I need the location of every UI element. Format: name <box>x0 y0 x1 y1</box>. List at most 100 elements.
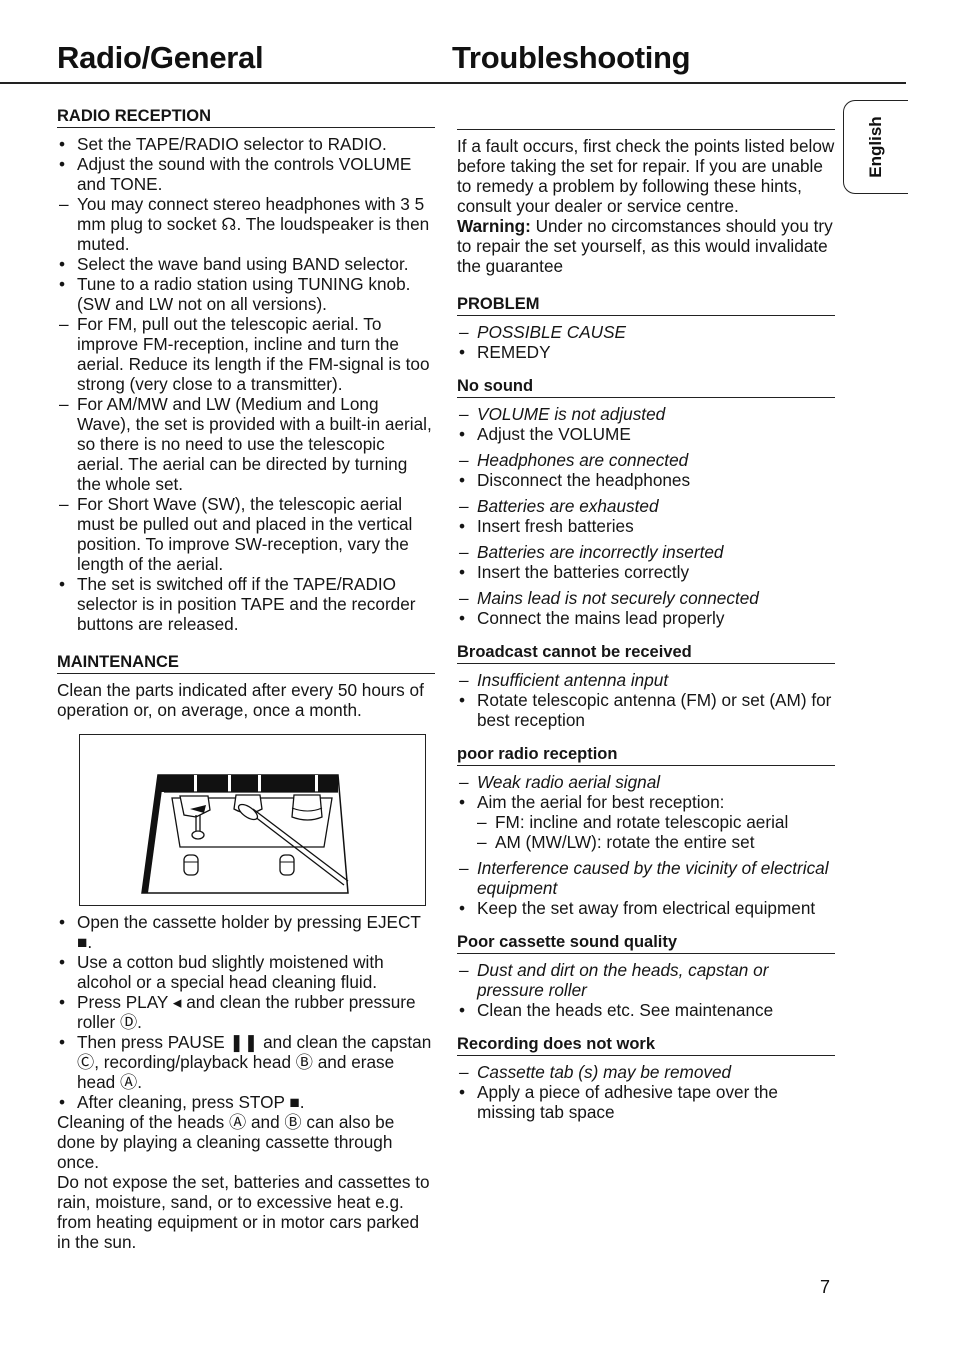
list-item-text: You may connect stereo headphones with 3… <box>77 194 430 254</box>
language-tab: English <box>843 100 908 194</box>
possible-cause: – Dust and dirt on the heads, capstan or … <box>457 960 835 1000</box>
possible-cause: – Cassette tab (s) may be removed <box>457 1062 835 1082</box>
possible-cause: – Insufficient antenna input <box>457 670 835 690</box>
cause-text: Interference caused by the vicinity of e… <box>477 858 829 898</box>
list-item-text: For FM, pull out the telescopic aerial. … <box>77 314 430 394</box>
remedy-sub-text: AM (MW/LW): rotate the entire set <box>495 832 755 852</box>
bullet-marker: • <box>59 1092 66 1112</box>
list-item: • Select the wave band using BAND selecto… <box>57 254 435 274</box>
maintenance-steps-list: • Open the cassette holder by pressing EJ… <box>57 912 435 1112</box>
dash-marker: – <box>59 314 69 334</box>
warning-paragraph: Warning: Under no circomstances should y… <box>457 216 835 276</box>
list-item: • Press PLAY ◂ and clean the rubber press… <box>57 992 435 1032</box>
right-column: If a fault occurs, first check the point… <box>457 106 835 1122</box>
possible-cause: – Weak radio aerial signal <box>457 772 835 792</box>
page-title-radio-general: Radio/General <box>57 40 264 75</box>
list-item-text: Select the wave band using BAND selector… <box>77 254 409 274</box>
bullet-marker: • <box>59 574 66 594</box>
list-item: • Adjust the sound with the controls VOLU… <box>57 154 435 194</box>
dash-marker: – <box>459 960 469 980</box>
cause-text: Dust and dirt on the heads, capstan or p… <box>477 960 769 1000</box>
cause-text: Batteries are incorrectly inserted <box>477 542 724 562</box>
legend-cause-text: POSSIBLE CAUSE <box>477 322 627 342</box>
list-item-text: Tune to a radio station using TUNING kno… <box>77 274 411 314</box>
remedy: • Apply a piece of adhesive tape over the… <box>457 1082 835 1122</box>
remedy: • Connect the mains lead properly <box>457 608 835 628</box>
list-item-text: The set is switched off if the TAPE/RADI… <box>77 574 416 634</box>
list-item: • Then press PAUSE ❚❚ and clean the capst… <box>57 1032 435 1092</box>
dash-marker: – <box>459 450 469 470</box>
list-item-text: For Short Wave (SW), the telescopic aeri… <box>77 494 413 574</box>
list-item: • Use a cotton bud slightly moistened wit… <box>57 952 435 992</box>
possible-cause: – Interference caused by the vicinity of … <box>457 858 835 898</box>
bullet-marker: • <box>459 1000 466 1020</box>
deck-button-right <box>279 854 295 876</box>
list-item: • Open the cassette holder by pressing EJ… <box>57 912 435 952</box>
warning-label: Warning: <box>457 216 531 236</box>
possible-cause: – Batteries are exhausted <box>457 496 835 516</box>
remedy-text: Rotate telescopic antenna (FM) or set (A… <box>477 690 832 730</box>
problem-heading: Poor cassette sound quality <box>457 932 835 954</box>
erase-head <box>291 794 323 821</box>
page-number: 7 <box>820 1277 831 1297</box>
legend-heading-problem: PROBLEM <box>457 294 835 316</box>
problem-heading: No sound <box>457 376 835 398</box>
dash-marker: – <box>59 394 69 414</box>
possible-cause: – Headphones are connected <box>457 450 835 470</box>
cause-text: Batteries are exhausted <box>477 496 659 516</box>
bullet-marker: • <box>59 274 66 294</box>
bullet-marker: • <box>459 690 466 710</box>
maintenance-intro: Clean the parts indicated after every 50… <box>57 680 424 720</box>
section-heading-radio-reception: RADIO RECEPTION <box>57 106 435 128</box>
bullet-marker: • <box>459 342 466 362</box>
dash-marker: – <box>459 404 469 424</box>
problem-heading: Recording does not work <box>457 1034 835 1056</box>
bullet-marker: • <box>459 470 466 490</box>
deck-button-left <box>183 854 199 876</box>
remedy: • Clean the heads etc. See maintenance <box>457 1000 835 1020</box>
capstan <box>191 830 205 840</box>
cause-text: Mains lead is not securely connected <box>477 588 759 608</box>
dash-marker: – <box>477 832 487 852</box>
list-item: – For FM, pull out the telescopic aerial.… <box>57 314 435 394</box>
remedy-text: Adjust the VOLUME <box>477 424 631 444</box>
dash-marker: – <box>459 670 469 690</box>
problem-heading: poor radio reception <box>457 744 835 766</box>
list-item: • After cleaning, press STOP ■. <box>57 1092 435 1112</box>
list-item-text: Adjust the sound with the controls VOLUM… <box>77 154 412 194</box>
remedy-text: Apply a piece of adhesive tape over the … <box>477 1082 778 1122</box>
bullet-marker: • <box>59 1032 66 1052</box>
list-item-text: Press PLAY ◂ and clean the rubber pressu… <box>77 992 416 1032</box>
language-label: English <box>866 116 885 178</box>
remedy: • Disconnect the headphones <box>457 470 835 490</box>
list-item: – For AM/MW and LW (Medium and Long Wave)… <box>57 394 435 494</box>
problems-list: No sound – VOLUME is not adjusted • Adjust t… <box>457 362 835 1122</box>
radio-reception-list: • Set the TAPE/RADIO selector to RADIO. •… <box>57 134 435 634</box>
dash-marker: – <box>459 772 469 792</box>
list-item: – For Short Wave (SW), the telescopic aer… <box>57 494 435 574</box>
cause-text: Headphones are connected <box>477 450 689 470</box>
possible-cause: – Batteries are incorrectly inserted <box>457 542 835 562</box>
list-item: • The set is switched off if the TAPE/RAD… <box>57 574 435 634</box>
remedy-text: Clean the heads etc. See maintenance <box>477 1000 774 1020</box>
remedy-sub-text: FM: incline and rotate telescopic aerial <box>495 812 789 832</box>
list-item-text: For AM/MW and LW (Medium and Long Wave),… <box>77 394 432 494</box>
bullet-marker: • <box>459 516 466 536</box>
remedy-text: Insert the batteries correctly <box>477 562 690 582</box>
dash-marker: – <box>477 812 487 832</box>
remedy-text: Insert fresh batteries <box>477 516 634 536</box>
list-item-text: Use a cotton bud slightly moistened with… <box>77 952 384 992</box>
bullet-marker: • <box>459 792 466 812</box>
legend-cause: – POSSIBLE CAUSE <box>457 322 835 342</box>
legend-remedy-text: REMEDY <box>477 342 551 362</box>
list-item-text: Open the cassette holder by pressing EJE… <box>77 912 421 952</box>
list-item-text: Set the TAPE/RADIO selector to RADIO. <box>77 134 387 154</box>
list-item: • Tune to a radio station using TUNING kn… <box>57 274 435 314</box>
remedy: • Adjust the VOLUME <box>457 424 835 444</box>
bullet-marker: • <box>59 952 66 972</box>
cleaning-cassette-note: Cleaning of the heads Ⓐ and Ⓑ can also b… <box>57 1112 395 1172</box>
dash-marker: – <box>459 588 469 608</box>
bullet-marker: • <box>59 154 66 174</box>
cause-text: Insufficient antenna input <box>477 670 669 690</box>
bullet-marker: • <box>459 898 466 918</box>
